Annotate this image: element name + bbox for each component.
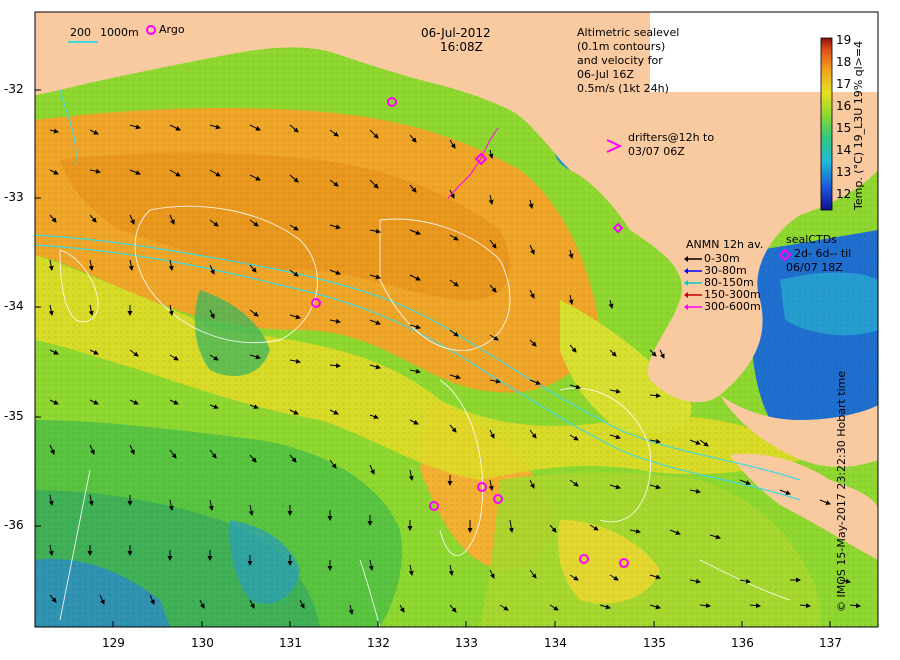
lon-tick-label: 134 [544, 636, 567, 650]
lat-tick-label: -34 [4, 299, 24, 313]
map-time: 16:08Z [440, 40, 483, 54]
sealctd-legend-title: sealCTDs [786, 233, 837, 246]
drifters-line2: 03/07 06Z [628, 145, 685, 158]
lat-tick-label: -35 [4, 409, 24, 423]
lon-tick-label: 137 [819, 636, 842, 650]
colorbar-tick: 18 [836, 55, 852, 69]
sealctd-legend-line2: 2d- 6d-- til [794, 247, 852, 260]
colorbar-tick: 19 [836, 33, 852, 47]
map-date: 06-Jul-2012 [421, 26, 491, 40]
lat-tick-label: -33 [4, 190, 24, 204]
sealctd-legend-line3: 06/07 18Z [786, 261, 843, 274]
sst-map [34, 11, 879, 628]
map-plot-area [35, 12, 878, 627]
colorbar-tick: 12 [836, 187, 852, 201]
anmn-legend-item: 300-600m [704, 300, 761, 313]
altimetry-line1: Altimetric sealevel [577, 26, 680, 39]
colorbar-tick: 17 [836, 77, 852, 91]
lat-tick-label: -36 [4, 518, 24, 532]
altimetry-line5: 0.5m/s (1kt 24h) [577, 82, 669, 95]
lon-tick-label: 136 [731, 636, 754, 650]
lat-tick-label: -32 [4, 82, 24, 96]
lon-tick-label: 131 [279, 636, 302, 650]
colorbar [820, 37, 833, 211]
colorbar-tick: 15 [836, 121, 852, 135]
lon-tick-label: 133 [455, 636, 478, 650]
lon-tick-label: 135 [643, 636, 666, 650]
colorbar-label: Temp. (°C) 19_L3U 19% ql>=4 [852, 40, 865, 210]
depth-200-label: 200 [70, 26, 91, 39]
altimetry-line3: and velocity for [577, 54, 663, 67]
lon-tick-label: 132 [367, 636, 390, 650]
copyright-footer: © IMOS 15-May-2017 23:22:30 Hobart time [835, 370, 848, 612]
altimetry-line2: (0.1m contours) [577, 40, 666, 53]
argo-legend-label: Argo [159, 23, 185, 36]
depth-1000-label: 1000m [100, 26, 139, 39]
altimetry-line4: 06-Jul 16Z [577, 68, 634, 81]
colorbar-tick: 14 [836, 143, 852, 157]
lon-tick-label: 129 [102, 636, 125, 650]
drifters-line1: drifters@12h to [628, 131, 715, 144]
anmn-legend-title: ANMN 12h av. [686, 238, 764, 251]
lon-tick-label: 130 [191, 636, 214, 650]
colorbar-tick: 13 [836, 165, 852, 179]
colorbar-tick: 16 [836, 99, 852, 113]
